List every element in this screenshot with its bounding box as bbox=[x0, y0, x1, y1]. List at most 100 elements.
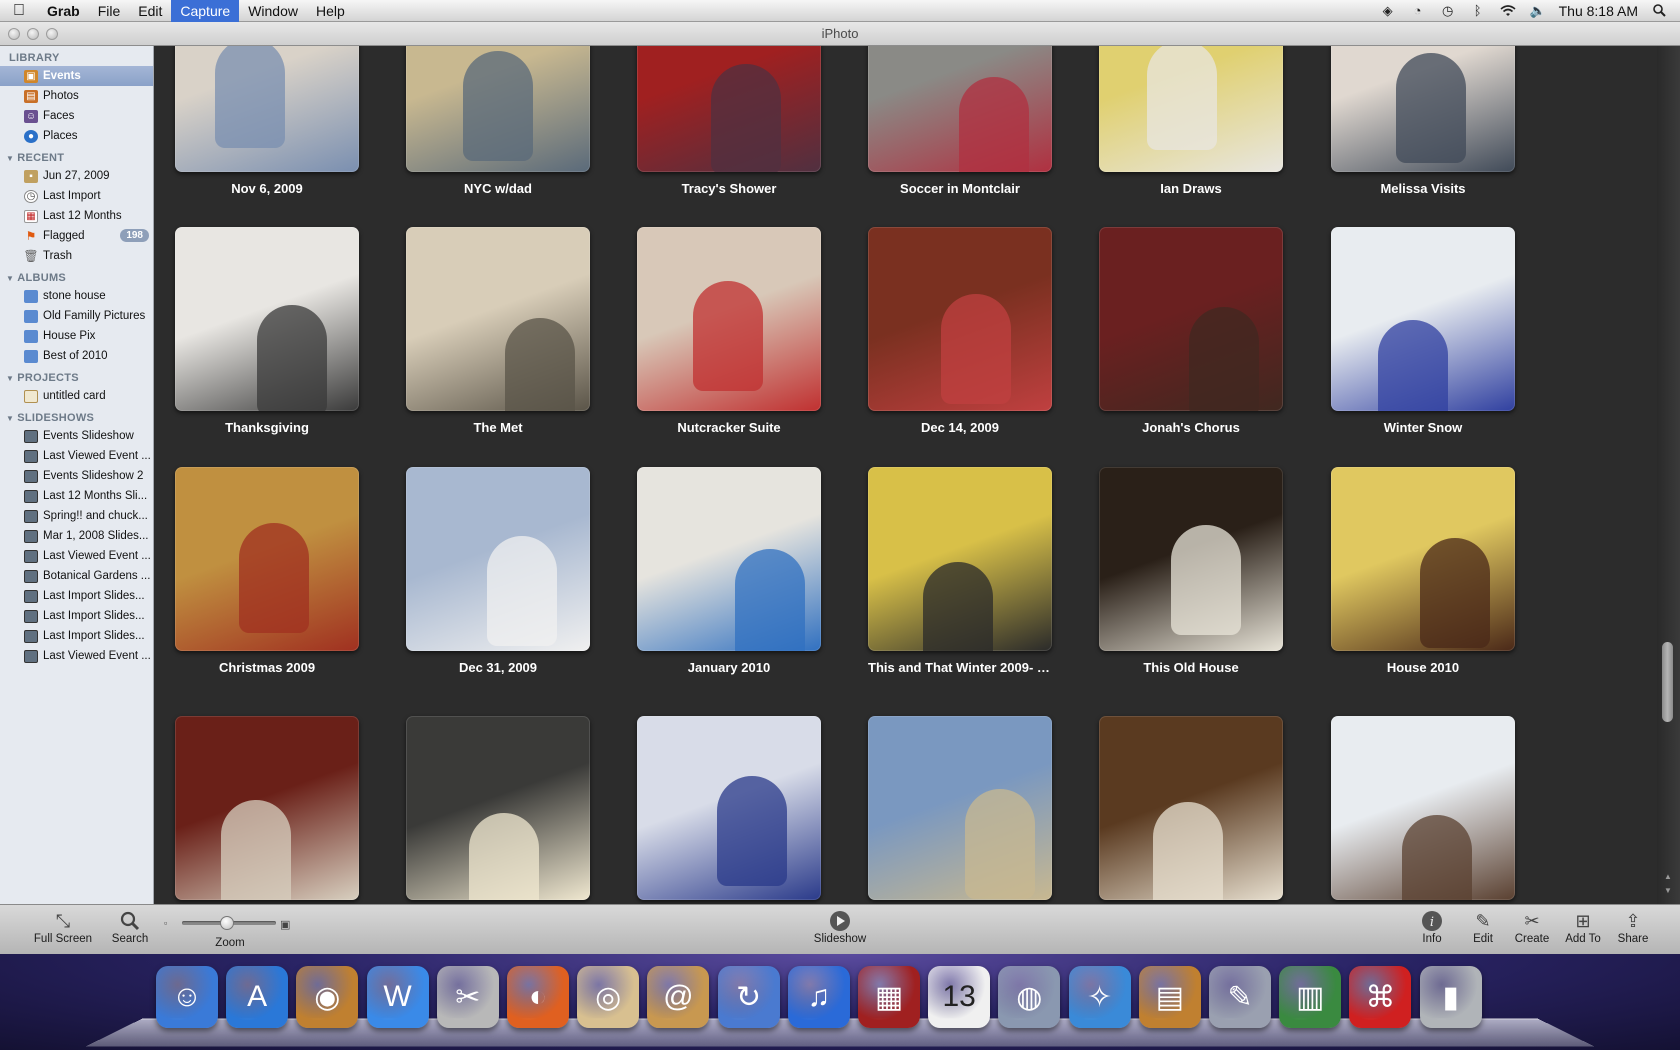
event-thumbnail[interactable] bbox=[175, 46, 359, 172]
event-title[interactable]: Ian Draws bbox=[1099, 181, 1283, 196]
event-tile[interactable]: Tracy's Shower bbox=[637, 46, 821, 196]
event-tile[interactable]: Christmas 2009 bbox=[175, 467, 359, 675]
create-button[interactable]: ✂ Create bbox=[1510, 909, 1554, 945]
event-title[interactable]: Christmas 2009 bbox=[175, 660, 359, 675]
event-thumbnail[interactable] bbox=[406, 46, 590, 172]
sidebar-item-trash[interactable]: 🗑 Trash bbox=[0, 246, 153, 266]
sidebar-item-faces[interactable]: ☺ Faces bbox=[0, 106, 153, 126]
event-thumbnail[interactable] bbox=[1099, 227, 1283, 411]
safari-icon[interactable]: ✧ bbox=[1068, 966, 1131, 1028]
event-title[interactable]: NYC w/dad bbox=[406, 181, 590, 196]
itunes-icon[interactable]: ♫ bbox=[787, 966, 850, 1028]
event-thumbnail[interactable] bbox=[406, 227, 590, 411]
finder-icon[interactable]: ☺ bbox=[156, 966, 218, 1028]
bluetooth-icon[interactable]: ᛒ bbox=[1469, 3, 1487, 19]
event-tile[interactable]: Nutcracker Suite bbox=[637, 227, 821, 435]
albums-header[interactable]: ALBUMS bbox=[0, 266, 153, 286]
event-thumbnail[interactable] bbox=[868, 46, 1052, 172]
event-thumbnail[interactable] bbox=[175, 467, 359, 651]
time-machine-menu-icon[interactable]: ◷ bbox=[1439, 3, 1457, 19]
sidebar-item-flagged[interactable]: ⚑ Flagged 198 bbox=[0, 226, 153, 246]
app-menu[interactable]: Grab bbox=[38, 0, 89, 22]
firefox-icon[interactable]: ◐ bbox=[507, 966, 569, 1028]
recent-header[interactable]: RECENT bbox=[0, 146, 153, 166]
event-title[interactable]: Dec 31, 2009 bbox=[406, 660, 590, 675]
event-thumbnail[interactable] bbox=[1099, 716, 1283, 900]
info-button[interactable]: i Info bbox=[1414, 909, 1450, 945]
app-store-icon[interactable]: A bbox=[226, 966, 289, 1028]
ical-icon[interactable]: 13 bbox=[928, 966, 991, 1028]
event-title[interactable]: This Old House bbox=[1099, 660, 1283, 675]
event-tile[interactable] bbox=[175, 716, 359, 900]
event-title[interactable]: Nov 6, 2009 bbox=[175, 181, 359, 196]
event-tile[interactable] bbox=[1331, 716, 1515, 900]
sidebar-item-slideshow[interactable]: Botanical Gardens ... bbox=[0, 566, 153, 586]
sidebar-item-slideshow[interactable]: Last Import Slides... bbox=[0, 606, 153, 626]
event-tile[interactable]: Soccer in Montclair bbox=[868, 46, 1052, 196]
menu-capture[interactable]: Capture bbox=[171, 0, 240, 22]
event-tile[interactable]: Ian Draws bbox=[1099, 46, 1283, 196]
search-button[interactable]: Search bbox=[104, 909, 156, 945]
zoom-slider[interactable]: ▫ ▣ bbox=[160, 915, 290, 931]
zoom-knob[interactable] bbox=[220, 916, 234, 930]
event-tile[interactable]: House 2010 bbox=[1331, 467, 1515, 675]
word-icon[interactable]: W bbox=[366, 966, 429, 1028]
sync-icon[interactable]: ◔ bbox=[1409, 3, 1427, 19]
sidebar-item-slideshow[interactable]: Last 12 Months Sli... bbox=[0, 486, 153, 506]
photo-booth-icon[interactable]: ▦ bbox=[858, 966, 920, 1028]
wifi-icon[interactable] bbox=[1499, 3, 1517, 19]
projects-header[interactable]: PROJECTS bbox=[0, 366, 153, 386]
event-tile[interactable] bbox=[1099, 716, 1283, 900]
event-thumbnail[interactable] bbox=[868, 467, 1052, 651]
edit-button[interactable]: ✎ Edit bbox=[1466, 909, 1500, 945]
event-tile[interactable]: Dec 31, 2009 bbox=[406, 467, 590, 675]
image-capture-icon[interactable]: ◍ bbox=[998, 966, 1061, 1028]
sidebar-item-slideshow[interactable]: Last Viewed Event ... bbox=[0, 646, 153, 666]
sidebar-item-slideshow[interactable]: Last Import Slides... bbox=[0, 626, 153, 646]
sidebar-item-last-import[interactable]: ◷ Last Import bbox=[0, 186, 153, 206]
event-thumbnail[interactable] bbox=[1331, 467, 1515, 651]
event-tile[interactable] bbox=[637, 716, 821, 900]
event-thumbnail[interactable] bbox=[868, 716, 1052, 900]
volume-icon[interactable]: 🔈 bbox=[1529, 3, 1547, 19]
full-screen-button[interactable]: ⤡ Full Screen bbox=[26, 909, 100, 945]
event-title[interactable]: Nutcracker Suite bbox=[637, 420, 821, 435]
event-title[interactable]: January 2010 bbox=[637, 660, 821, 675]
event-tile[interactable]: Winter Snow bbox=[1331, 227, 1515, 435]
scrollbar-thumb[interactable] bbox=[1662, 642, 1673, 722]
sidebar-item-album[interactable]: Old Familly Pictures bbox=[0, 306, 153, 326]
event-thumbnail[interactable] bbox=[1331, 227, 1515, 411]
numbers-icon[interactable]: ▥ bbox=[1279, 966, 1342, 1028]
event-tile[interactable] bbox=[868, 716, 1052, 900]
event-tile[interactable]: This and That Winter 2009- 2... bbox=[868, 467, 1052, 675]
event-tile[interactable]: Thanksgiving bbox=[175, 227, 359, 435]
share-button[interactable]: ⇪ Share bbox=[1612, 909, 1654, 945]
event-title[interactable]: Winter Snow bbox=[1331, 420, 1515, 435]
menu-edit[interactable]: Edit bbox=[129, 0, 171, 22]
sidebar-item-photos[interactable]: ▤ Photos bbox=[0, 86, 153, 106]
time-machine-icon[interactable]: ↻ bbox=[717, 966, 780, 1028]
event-tile[interactable]: NYC w/dad bbox=[406, 46, 590, 196]
event-thumbnail[interactable] bbox=[406, 716, 590, 900]
vertical-scrollbar[interactable]: ▲ ▼ bbox=[1657, 46, 1680, 904]
preview-icon[interactable]: ◎ bbox=[577, 966, 640, 1028]
event-title[interactable]: This and That Winter 2009- 2... bbox=[868, 660, 1052, 675]
event-thumbnail[interactable] bbox=[1099, 46, 1283, 172]
event-thumbnail[interactable] bbox=[1331, 46, 1515, 172]
event-title[interactable]: Jonah's Chorus bbox=[1099, 420, 1283, 435]
sidebar-item-jun-27-2009[interactable]: ▪ Jun 27, 2009 bbox=[0, 166, 153, 186]
event-tile[interactable]: This Old House bbox=[1099, 467, 1283, 675]
close-window-button[interactable] bbox=[8, 28, 20, 40]
event-title[interactable]: Tracy's Shower bbox=[637, 181, 821, 196]
sidebar-item-slideshow[interactable]: Last Import Slides... bbox=[0, 586, 153, 606]
event-thumbnail[interactable] bbox=[637, 46, 821, 172]
sidebar-item-album[interactable]: stone house bbox=[0, 286, 153, 306]
event-thumbnail[interactable] bbox=[637, 467, 821, 651]
dropbox-icon[interactable]: ◈ bbox=[1379, 3, 1397, 19]
event-title[interactable]: Thanksgiving bbox=[175, 420, 359, 435]
iphoto-icon[interactable]: ◉ bbox=[296, 966, 359, 1028]
menu-help[interactable]: Help bbox=[307, 0, 354, 22]
minimize-window-button[interactable] bbox=[27, 28, 39, 40]
sidebar-item-slideshow[interactable]: Last Viewed Event ... bbox=[0, 446, 153, 466]
address-book-icon[interactable]: @ bbox=[647, 966, 710, 1028]
